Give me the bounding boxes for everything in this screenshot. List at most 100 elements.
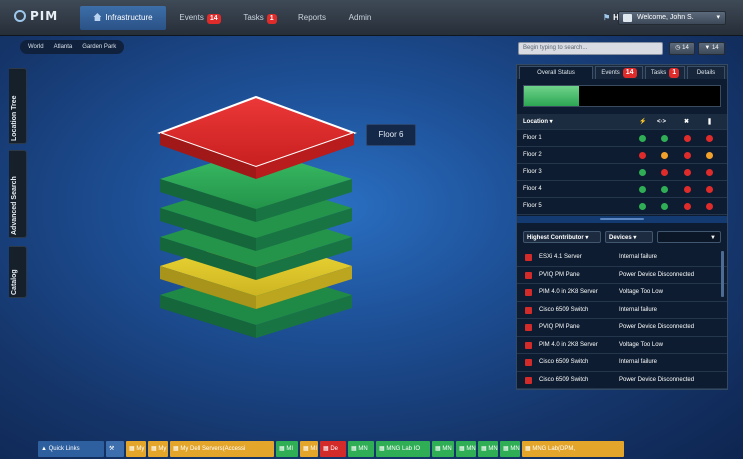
network-icon[interactable]: <·>	[657, 114, 666, 130]
location-name: Floor 1	[523, 135, 542, 141]
panel-splitter[interactable]	[517, 216, 727, 223]
floor-6-slab[interactable]	[157, 95, 357, 179]
taskbar-item[interactable]: ▦ MN	[432, 441, 454, 457]
taskbar-item[interactable]: ▦ My	[126, 441, 146, 457]
taskbar-item[interactable]: ▦ MN	[478, 441, 498, 457]
tab-details[interactable]: Details	[687, 66, 725, 79]
event-device: PIM 4.0 in 2K8 Server	[539, 289, 598, 295]
chevron-down-icon[interactable]: ▾	[550, 119, 553, 125]
event-row[interactable]: Cisco 6509 Switch Power Device Disconnect…	[517, 372, 727, 389]
filter-input[interactable]: ▼	[657, 231, 721, 243]
taskbar-item[interactable]: ▦ MI	[300, 441, 318, 457]
severity-icon	[525, 376, 532, 384]
wrench-icon: ⚒	[109, 446, 115, 452]
taskbar: ▲ Quick Links ⚒ ▦ My ▦ My ▦ My Dell Server…	[38, 441, 624, 457]
status-dot	[706, 135, 713, 142]
status-dot	[684, 135, 691, 142]
event-row[interactable]: PVIQ PM Pane Power Device Disconnected	[517, 319, 727, 337]
window-icon: ▦	[503, 446, 509, 452]
event-row[interactable]: PIM 4.0 in 2K8 Server Voltage Too Low	[517, 284, 727, 302]
status-dot	[661, 152, 668, 159]
funnel-icon: ▼	[710, 235, 716, 241]
location-row[interactable]: Floor 4	[517, 181, 727, 198]
tab-panel-tasks[interactable]: Tasks 1	[645, 66, 685, 79]
event-list: ESXi 4.1 Server Internal failure PVIQ PM P…	[517, 249, 727, 389]
location-name: Floor 2	[523, 152, 542, 158]
status-dot	[706, 169, 713, 176]
alert-icon[interactable]: ❚	[707, 114, 712, 130]
event-row[interactable]: PVIQ PM Pane Power Device Disconnected	[517, 267, 727, 284]
status-dot	[661, 186, 668, 193]
event-list-scrollbar[interactable]	[721, 251, 724, 297]
window-icon: ▦	[481, 446, 487, 452]
events-counter-button[interactable]: ◷ 14	[669, 42, 695, 55]
clock-icon: ◷	[675, 45, 681, 51]
quick-links-button[interactable]: ▲ Quick Links	[38, 441, 104, 457]
window-icon: ▦	[379, 446, 385, 452]
window-icon: ▦	[351, 446, 357, 452]
severity-icon	[525, 359, 532, 366]
tasks-counter-button[interactable]: ▼ 14	[698, 42, 725, 55]
status-dot	[639, 169, 646, 176]
status-bar-fill	[524, 86, 579, 106]
window-icon: ▦	[459, 446, 465, 452]
status-dot	[639, 186, 646, 193]
location-row[interactable]: Floor 5	[517, 198, 727, 215]
location-name: Floor 5	[523, 203, 542, 209]
window-icon: ▦	[173, 446, 179, 452]
status-dot	[684, 169, 691, 176]
status-dot	[639, 152, 646, 159]
event-device: PVIQ PM Pane	[539, 271, 580, 278]
status-dot	[684, 186, 691, 193]
event-message: Internal failure	[619, 254, 658, 260]
arrow-up-icon: ▲	[41, 446, 47, 452]
event-message: Voltage Too Low	[619, 341, 663, 348]
search-input[interactable]: Begin typing to search...	[518, 42, 663, 55]
panel-tasks-badge: 1	[669, 68, 680, 78]
event-row[interactable]: PIM 4.0 in 2K8 Server Voltage Too Low	[517, 337, 727, 354]
location-row[interactable]: Floor 2	[517, 147, 727, 164]
event-message: Power Device Disconnected	[619, 324, 695, 330]
status-dot	[706, 203, 713, 210]
event-device: PVIQ PM Pane	[539, 324, 580, 330]
panel-tabs: Overall Status Events 14 Tasks 1 Details	[517, 65, 727, 79]
location-row[interactable]: Floor 1	[517, 130, 727, 147]
status-dot	[639, 203, 646, 210]
taskbar-item[interactable]: ▦ MNG Lab(DPM,	[522, 441, 624, 457]
event-row[interactable]: Cisco 6509 Switch Internal failure	[517, 302, 727, 319]
location-name: Floor 3	[523, 169, 542, 175]
severity-icon	[525, 341, 532, 349]
taskbar-item[interactable]: ▦ MN	[348, 441, 374, 457]
highest-contributor-dropdown[interactable]: Highest Contributor ▾	[523, 231, 601, 243]
tools-button[interactable]: ⚒	[106, 441, 124, 457]
severity-icon	[525, 306, 532, 314]
window-icon: ▦	[323, 446, 329, 452]
location-table-header: Location ▾ ⚡ <·> ✖ ❚	[517, 114, 727, 130]
panel-events-badge: 14	[622, 68, 637, 78]
event-row[interactable]: ESXi 4.1 Server Internal failure	[517, 249, 727, 267]
devices-dropdown[interactable]: Devices ▾	[605, 231, 653, 243]
taskbar-item[interactable]: ▦ De	[320, 441, 346, 457]
window-icon: ▦	[435, 446, 441, 452]
taskbar-item[interactable]: ▦ MN	[500, 441, 520, 457]
power-icon[interactable]: ⚡	[639, 114, 646, 130]
tools-icon[interactable]: ✖	[684, 114, 689, 130]
severity-icon	[525, 289, 532, 296]
event-row[interactable]: Cisco 6509 Switch Internal failure	[517, 354, 727, 372]
status-dot	[661, 203, 668, 210]
window-icon: ▦	[129, 446, 135, 452]
window-icon: ▦	[525, 446, 531, 452]
taskbar-item[interactable]: ▦ MI	[276, 441, 298, 457]
event-device: ESXi 4.1 Server	[539, 254, 582, 260]
taskbar-item[interactable]: ▦ MN	[456, 441, 476, 457]
location-row[interactable]: Floor 3	[517, 164, 727, 181]
taskbar-item[interactable]: ▦ MNG Lab IO	[376, 441, 430, 457]
status-panel: Overall Status Events 14 Tasks 1 Details L…	[516, 64, 728, 390]
event-message: Power Device Disconnected	[619, 271, 695, 278]
tab-panel-events[interactable]: Events 14	[595, 66, 643, 79]
taskbar-item[interactable]: ▦ My	[148, 441, 168, 457]
status-dot	[639, 135, 646, 142]
tab-overall-status[interactable]: Overall Status	[519, 66, 593, 79]
event-message: Internal failure	[619, 359, 658, 365]
taskbar-item[interactable]: ▦ My Dell Servers(Accessi	[170, 441, 274, 457]
